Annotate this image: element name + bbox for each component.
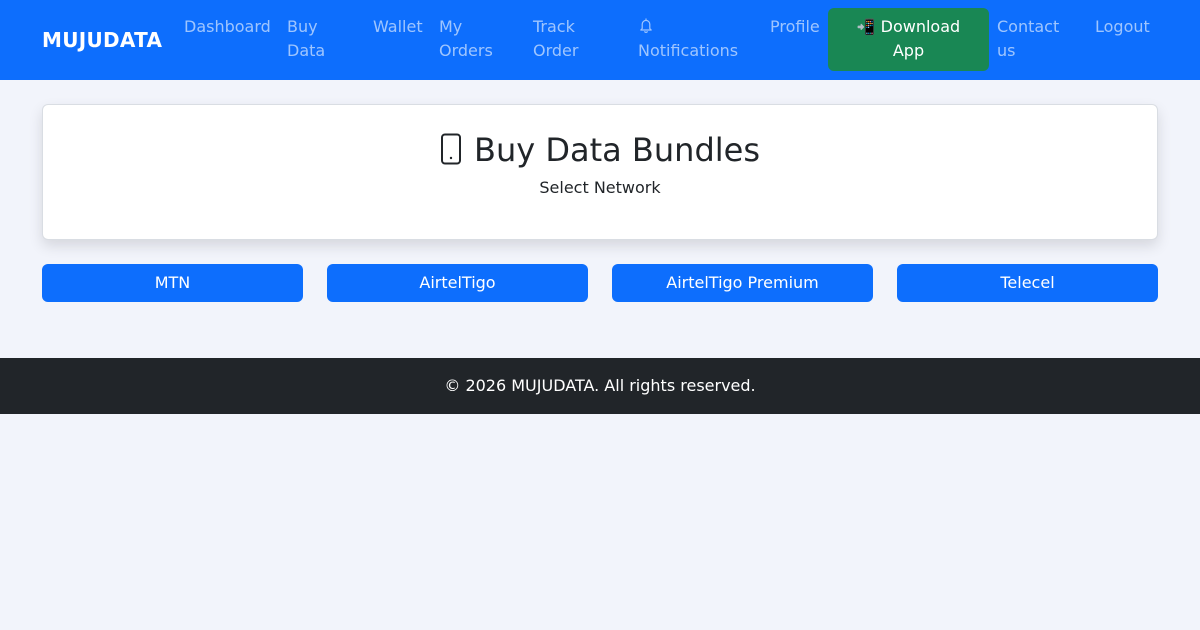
footer: © 2026 MUJUDATA. All rights reserved.	[0, 358, 1200, 414]
brand-logo[interactable]: MUJUDATA	[42, 28, 162, 52]
page-title-text: Buy Data Bundles	[474, 131, 760, 169]
nav-link-label: Logout	[1095, 17, 1150, 36]
nav-link-label: My	[439, 17, 463, 36]
nav-link-dashboard[interactable]: Dashboard	[184, 15, 271, 39]
nav-link-label: Buy	[287, 17, 318, 36]
bell-icon	[638, 17, 654, 33]
nav-link-label: Dashboard	[184, 17, 271, 36]
download-app-button[interactable]: 📲 Download App	[828, 8, 989, 71]
nav-link-label: Notifications	[638, 41, 739, 60]
download-label: App	[892, 41, 925, 60]
nav-link-wallet[interactable]: Wallet	[373, 15, 423, 39]
network-button-airteltigo-premium[interactable]: AirtelTigo Premium	[612, 264, 873, 302]
nav-link-profile[interactable]: Profile	[770, 15, 820, 39]
nav-link-contact-us[interactable]: Contact us	[997, 15, 1059, 63]
nav-link-my-orders[interactable]: My Orders	[439, 15, 493, 63]
download-label: Download	[880, 17, 961, 36]
nav-link-track-order[interactable]: Track Order	[533, 15, 578, 63]
nav-link-label: Data	[287, 41, 326, 60]
nav-link-notifications[interactable]: Notifications	[638, 15, 738, 63]
network-button-mtn[interactable]: MTN	[42, 264, 303, 302]
nav-link-label: Order	[533, 41, 579, 60]
phone-icon	[440, 133, 462, 165]
buy-data-card: Buy Data Bundles Select Network	[42, 104, 1158, 240]
top-navbar: MUJUDATA Dashboard Buy Data Wallet My Or…	[0, 0, 1200, 80]
network-button-airteltigo[interactable]: AirtelTigo	[327, 264, 588, 302]
nav-link-label: us	[997, 41, 1016, 60]
page-title: Buy Data Bundles	[43, 130, 1157, 170]
nav-link-buy-data[interactable]: Buy Data	[287, 15, 325, 63]
nav-link-logout[interactable]: Logout	[1095, 15, 1150, 39]
nav-link-label: Profile	[770, 17, 820, 36]
page-subtitle: Select Network	[539, 178, 661, 197]
nav-link-label: Orders	[439, 41, 493, 60]
nav-link-label: Track	[533, 17, 575, 36]
mobile-download-icon: 📲	[856, 18, 876, 36]
nav-link-label: Contact	[997, 17, 1060, 36]
copyright-text: © 2026 MUJUDATA. All rights reserved.	[444, 376, 756, 395]
nav-link-label: Wallet	[373, 17, 423, 36]
network-button-telecel[interactable]: Telecel	[897, 264, 1158, 302]
